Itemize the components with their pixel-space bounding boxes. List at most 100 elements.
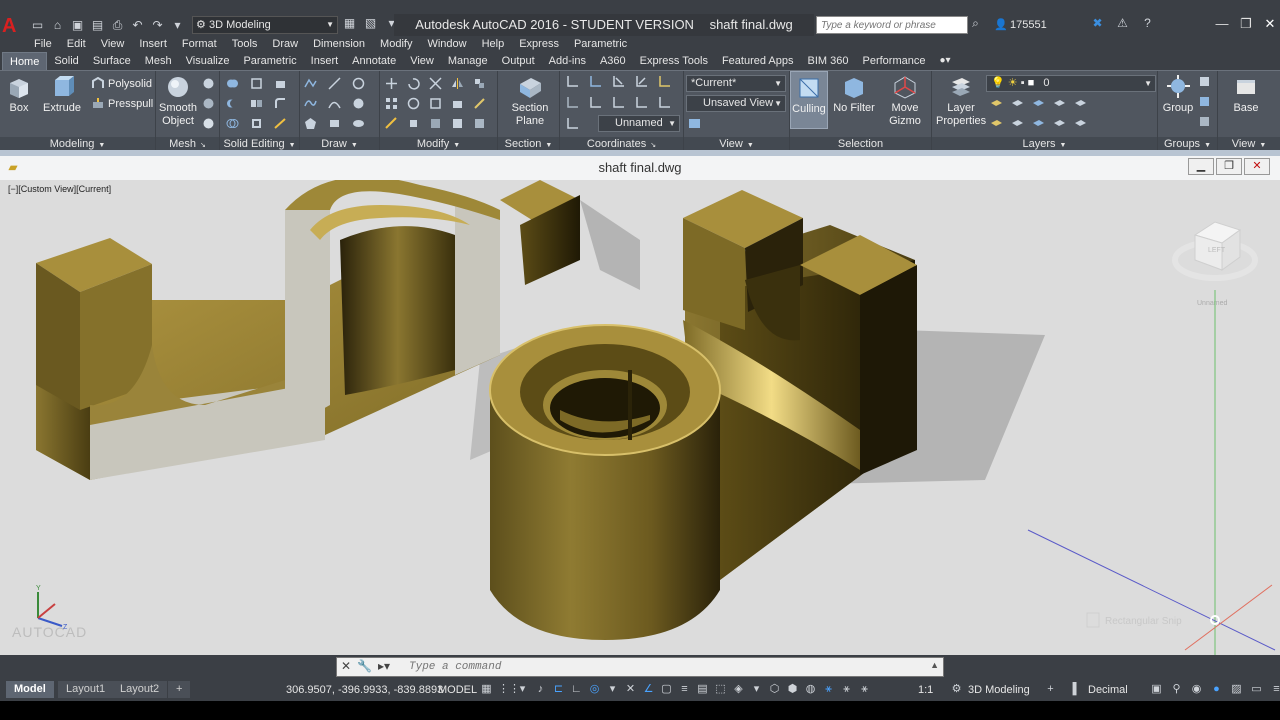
snap-icon[interactable]: ⋮⋮ [498, 682, 520, 697]
3d-snap-dropdown-icon[interactable]: ▾ [750, 682, 763, 697]
object-snap-icon[interactable]: ▢ [660, 682, 673, 697]
more-modify-icon[interactable] [473, 117, 486, 130]
menu-help[interactable]: Help [482, 36, 505, 52]
tab-annotate[interactable]: Annotate [345, 52, 403, 70]
annotation-monitor-icon[interactable]: + [1044, 682, 1057, 697]
tab-surface[interactable]: Surface [86, 52, 138, 70]
extrude-faces-icon[interactable] [274, 77, 287, 90]
annotation-scale-value[interactable]: 1:1 [918, 679, 933, 701]
tab-manage[interactable]: Manage [441, 52, 495, 70]
intersect-icon[interactable] [226, 117, 239, 130]
panel-mesh-title[interactable]: Mesh ↘ [156, 137, 219, 151]
tab-layout2[interactable]: Layout2 [112, 681, 168, 698]
layer-isolate-icon[interactable] [1011, 97, 1024, 110]
search-input[interactable] [816, 16, 968, 34]
polyline-icon[interactable] [304, 77, 317, 90]
add-layout-button[interactable]: + [168, 681, 191, 698]
arc-icon[interactable] [328, 97, 341, 110]
move-icon[interactable] [385, 77, 398, 90]
mesh-smooth-more-icon[interactable] [202, 77, 215, 90]
undo-icon[interactable]: ↶ [130, 18, 145, 33]
workspace-status[interactable]: 3D Modeling [968, 679, 1030, 701]
layer-thaw-icon[interactable] [1032, 117, 1045, 130]
visual-style-dropdown[interactable]: *Current* ▼ [686, 75, 786, 92]
ortho-icon[interactable]: ∟ [570, 682, 583, 697]
viewcube[interactable]: LEFT [1172, 221, 1258, 281]
tab-add-ins[interactable]: Add-ins [542, 52, 593, 70]
stretch-icon[interactable] [385, 117, 398, 130]
polygon-icon[interactable] [304, 117, 317, 130]
drawing-minimize-button[interactable]: ▁ [1188, 158, 1214, 175]
viewcube-wcs-label[interactable]: Unnamed [1197, 300, 1227, 307]
tab-express-tools[interactable]: Express Tools [633, 52, 715, 70]
align-icon[interactable] [473, 77, 486, 90]
stay-connected-icon[interactable]: ⚠ [1115, 16, 1130, 31]
ucs-view-icon[interactable] [589, 96, 602, 109]
circle-icon[interactable] [352, 77, 365, 90]
extract-edges-icon[interactable] [250, 77, 263, 90]
polar-dropdown-icon[interactable]: ▾ [606, 682, 619, 697]
panel-modeling-title[interactable]: Modeling ▼ [0, 137, 155, 151]
fillet-edge-icon[interactable] [274, 97, 287, 110]
selection-filter-icon[interactable]: ⬢ [786, 682, 799, 697]
ucs-3point-icon[interactable] [658, 96, 671, 109]
quick-properties-icon[interactable]: ▣ [1150, 682, 1163, 697]
3d-move-icon[interactable] [451, 97, 464, 110]
panel-draw-title[interactable]: Draw ▼ [300, 137, 379, 151]
menu-format[interactable]: Format [182, 36, 217, 52]
ucs-named-icon[interactable] [566, 117, 579, 130]
copy-icon[interactable] [407, 97, 420, 110]
chevron-up-icon[interactable]: ▲ [930, 660, 939, 670]
mesh-refine-icon[interactable] [202, 97, 215, 110]
clean-screen-icon[interactable]: ▨ [1230, 682, 1243, 697]
units-menu-icon[interactable]: ▐ [1066, 682, 1079, 697]
new-file-icon[interactable]: ▭ [30, 18, 45, 33]
status-menu-icon[interactable]: ≡ [1270, 682, 1280, 697]
tab-parametric[interactable]: Parametric [236, 52, 303, 70]
save-as-icon[interactable]: ▤ [90, 18, 105, 33]
qat-dropdown-icon[interactable]: ▾ [170, 18, 185, 33]
print-icon[interactable]: ⎙ [110, 18, 125, 33]
layer-unisolate-icon[interactable] [1011, 117, 1024, 130]
separate-icon[interactable] [250, 97, 263, 110]
menu-draw[interactable]: Draw [272, 36, 298, 52]
customization-icon[interactable]: ▭ [1250, 682, 1263, 697]
ucs-z-icon[interactable] [658, 75, 671, 88]
save-icon[interactable]: ▣ [70, 18, 85, 33]
viewport-config-icon[interactable] [688, 117, 701, 130]
tab-output[interactable]: Output [495, 52, 542, 70]
exchange-apps-icon[interactable]: ✖ [1090, 16, 1105, 31]
move-gizmo-button[interactable]: Move Gizmo [886, 74, 924, 128]
ucs-face-icon[interactable] [635, 96, 648, 109]
tab-a360[interactable]: A360 [593, 52, 633, 70]
publish-icon[interactable]: ▧ [363, 16, 378, 31]
menu-file[interactable]: File [34, 36, 52, 52]
union-icon[interactable] [226, 77, 239, 90]
scale-icon[interactable] [429, 97, 442, 110]
panel-modify-title[interactable]: Modify ▼ [380, 137, 497, 151]
user-account[interactable]: 👤 175551 [990, 16, 1078, 34]
cursor-coordinates[interactable]: 306.9507, -396.9933, -839.8893 [286, 679, 443, 701]
polar-tracking-icon[interactable]: ◎ [588, 682, 601, 697]
lock-ui-icon[interactable]: ⚲ [1170, 682, 1183, 697]
minimize-button[interactable]: — [1210, 14, 1234, 34]
workspace-gear-icon[interactable]: ⚙ [950, 682, 963, 697]
units-status[interactable]: Decimal [1088, 679, 1128, 701]
search-icon[interactable]: ⌕ [968, 16, 983, 31]
tab-insert[interactable]: Insert [304, 52, 346, 70]
viewport-controls-label[interactable]: [−][Custom View][Current] [8, 184, 111, 194]
tab-performance[interactable]: Performance [855, 52, 932, 70]
box-button[interactable]: Box [4, 74, 34, 115]
open-file-icon[interactable]: ⌂ [50, 18, 65, 33]
command-input[interactable] [409, 659, 929, 675]
panel-groups-title[interactable]: Groups ▼ [1158, 137, 1217, 151]
mirror-icon[interactable] [451, 77, 464, 90]
selection-cycling-icon[interactable]: ⬚ [714, 682, 727, 697]
command-prompt-icon[interactable]: ▸▾ [378, 659, 390, 673]
menu-window[interactable]: Window [427, 36, 466, 52]
tab-model[interactable]: Model [6, 681, 54, 698]
menu-modify[interactable]: Modify [380, 36, 412, 52]
panel-solid-editing-title[interactable]: Solid Editing ▼ [220, 137, 299, 151]
infer-constraints-icon[interactable]: ♪ [534, 682, 547, 697]
hardware-acceleration-icon[interactable]: ● [1210, 682, 1223, 697]
